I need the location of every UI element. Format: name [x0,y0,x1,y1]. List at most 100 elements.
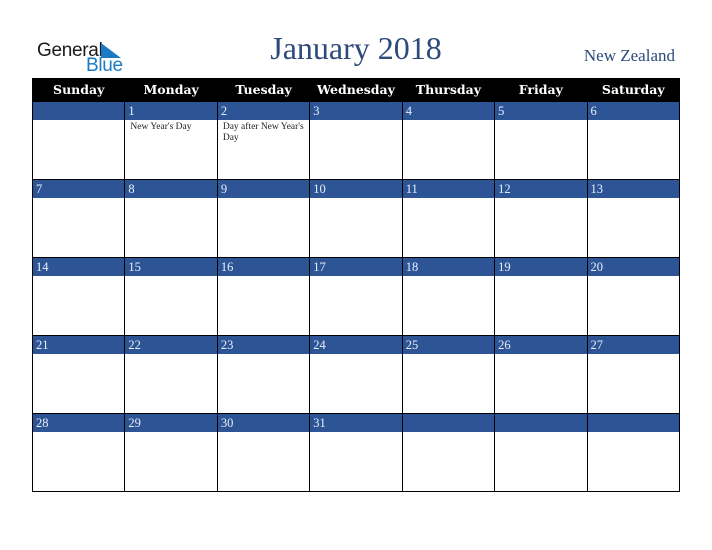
holiday-label [125,354,216,356]
holiday-label [403,198,494,200]
day-cell[interactable]: 18 [401,257,496,336]
holiday-label [310,354,401,356]
holiday-label [495,276,586,278]
day-number: 28 [33,414,125,432]
day-cell[interactable]: 22 [124,335,218,414]
weekday-tuesday: Tuesday [216,78,311,102]
holiday-label [33,276,124,278]
day-cell[interactable]: 16 [216,257,311,336]
holiday-label [125,276,216,278]
day-cell[interactable]: 11 [401,179,496,258]
holiday-label [33,354,124,356]
day-cell[interactable]: 19 [494,257,588,336]
day-number: 3 [310,102,402,120]
day-number: 23 [217,336,310,354]
day-number: 25 [402,336,495,354]
day-cell[interactable]: 3 [309,101,403,180]
day-cell[interactable]: 28 [31,413,126,492]
week-row: 21 22 23 24 25 26 27 [31,335,681,414]
day-cell[interactable]: 27 [586,335,681,414]
day-cell[interactable] [586,413,681,492]
holiday-label [33,198,124,200]
day-number: 13 [587,180,679,198]
day-cell[interactable]: 23 [216,335,311,414]
day-cell[interactable]: 20 [586,257,681,336]
holiday-label [403,120,494,122]
day-cell[interactable]: 15 [124,257,218,336]
holiday-label [588,276,679,278]
weekday-friday: Friday [494,78,588,102]
day-cell[interactable]: 21 [31,335,126,414]
day-number: 8 [125,180,217,198]
holiday-label [495,198,586,200]
holiday-label [495,120,586,122]
day-number: 27 [587,336,679,354]
day-cell[interactable]: 9 [216,179,311,258]
holiday-label [403,276,494,278]
holiday-label [588,354,679,356]
day-number: 5 [495,102,587,120]
week-row: 14 15 16 17 18 19 20 [31,257,681,336]
day-number: 22 [125,336,217,354]
day-number: 19 [495,258,587,276]
day-cell[interactable]: 14 [31,257,126,336]
day-cell[interactable]: 12 [494,179,588,258]
day-cell[interactable] [401,413,496,492]
day-cell[interactable]: 25 [401,335,496,414]
holiday-label [403,432,494,434]
day-cell[interactable]: 7 [31,179,126,258]
day-number: 12 [495,180,587,198]
calendar-grid: Sunday Monday Tuesday Wednesday Thursday… [31,78,681,492]
day-cell[interactable]: 4 [401,101,496,180]
day-number: 26 [495,336,587,354]
holiday-label [310,198,401,200]
holiday-label [310,432,401,434]
day-number: 6 [587,102,679,120]
weekday-monday: Monday [124,78,218,102]
holiday-label [218,198,309,200]
day-number [402,414,495,432]
day-cell[interactable]: 31 [309,413,403,492]
day-number: 7 [33,180,125,198]
weekday-saturday: Saturday [586,78,681,102]
day-cell[interactable]: 5 [494,101,588,180]
day-number [33,102,125,120]
weekday-wednesday: Wednesday [309,78,403,102]
day-cell[interactable] [31,101,126,180]
day-number: 10 [310,180,402,198]
day-number: 21 [33,336,125,354]
day-cell[interactable]: 2 Day after New Year's Day [216,101,311,180]
day-number: 14 [33,258,125,276]
day-number: 17 [310,258,402,276]
day-number: 29 [125,414,217,432]
day-cell[interactable]: 8 [124,179,218,258]
holiday-label [125,198,216,200]
day-number: 15 [125,258,217,276]
day-number [587,414,679,432]
day-cell[interactable]: 6 [586,101,681,180]
day-cell[interactable]: 29 [124,413,218,492]
holiday-label [218,354,309,356]
day-cell[interactable]: 10 [309,179,403,258]
holiday-label [588,120,679,122]
holiday-label [310,120,401,122]
day-number: 2 [217,102,310,120]
day-cell[interactable]: 13 [586,179,681,258]
week-row: 28 29 30 31 [31,413,681,492]
day-number: 30 [217,414,310,432]
day-cell[interactable]: 30 [216,413,311,492]
day-cell[interactable]: 17 [309,257,403,336]
holiday-label: Day after New Year's Day [222,122,304,143]
week-row: 1 New Year's Day 2 Day after New Year's Day… [31,101,681,180]
day-cell[interactable]: 24 [309,335,403,414]
holiday-label [588,198,679,200]
day-number: 24 [310,336,402,354]
day-cell[interactable] [494,413,588,492]
holiday-label [403,354,494,356]
day-cell[interactable]: 1 New Year's Day [124,101,218,180]
day-number: 1 [125,102,217,120]
day-number: 20 [587,258,679,276]
weekday-sunday: Sunday [31,78,126,102]
day-cell[interactable]: 26 [494,335,588,414]
weekday-header-row: Sunday Monday Tuesday Wednesday Thursday… [31,78,681,102]
